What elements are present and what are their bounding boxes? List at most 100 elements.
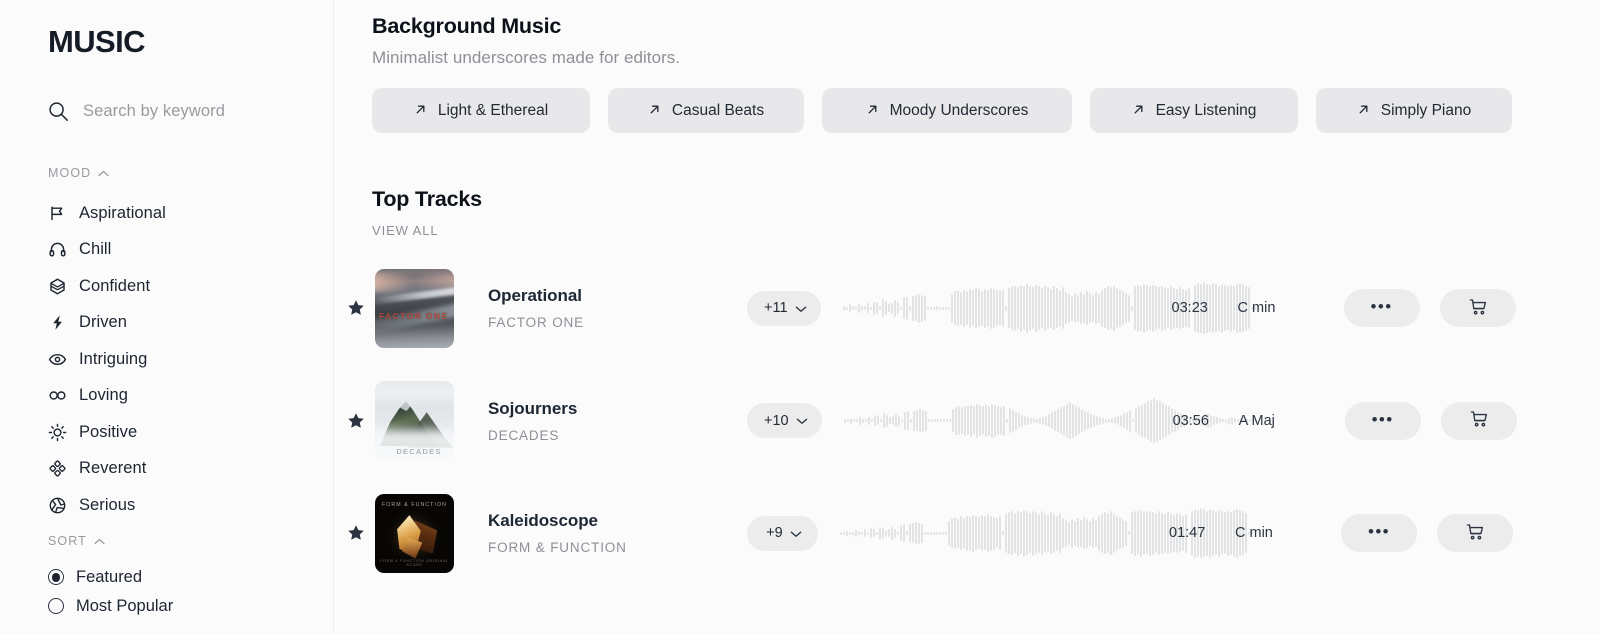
waveform-bar	[926, 306, 929, 310]
favorite-star-button[interactable]	[336, 412, 375, 430]
add-to-cart-button[interactable]	[1440, 401, 1517, 440]
sidebar-item-driven[interactable]: Driven	[48, 305, 333, 342]
star-filled-icon	[347, 300, 364, 316]
mood-group-header[interactable]: MOOD	[48, 164, 333, 182]
waveform-bar	[948, 520, 950, 546]
app-logo: MUSIC	[48, 24, 145, 59]
lightning-bolt-icon	[48, 313, 67, 332]
table-row[interactable]: FACTOR ONE Operational FACTOR ONE +11 03…	[347, 252, 1600, 365]
sidebar-item-reverent[interactable]: Reverent	[48, 451, 333, 488]
waveform-bar	[917, 293, 920, 323]
sidebar-item-serious[interactable]: Serious	[48, 487, 333, 524]
waveform-bar	[882, 527, 884, 539]
waveform-preview[interactable]	[843, 395, 1257, 447]
waveform-bar	[861, 531, 863, 535]
waveform-bar	[995, 290, 998, 327]
favorite-star-button[interactable]	[336, 524, 375, 542]
waveform-bar	[932, 306, 935, 310]
waveform-bar	[963, 517, 965, 549]
waveform-bar	[1104, 512, 1106, 555]
waveform-bar	[1032, 418, 1035, 424]
waveform-bar	[939, 531, 941, 535]
radio-button[interactable]	[48, 598, 64, 615]
section-title-top-tracks: Top Tracks	[372, 187, 482, 211]
waveform-bar	[978, 517, 980, 550]
waveform-bar	[1047, 414, 1050, 428]
waveform-bar	[1028, 285, 1031, 331]
sidebar-item-intriguing[interactable]: Intriguing	[48, 341, 333, 378]
sidebar-item-label: Chill	[79, 240, 112, 259]
sort-group-header[interactable]: SORT	[48, 532, 333, 550]
sidebar-item-loving[interactable]: Loving	[48, 378, 333, 415]
waveform-bar	[1083, 410, 1086, 431]
waveform-bar	[1008, 408, 1011, 434]
shopping-cart-icon	[1468, 297, 1488, 320]
album-artwork[interactable]: FACTOR ONE	[375, 268, 454, 348]
waveform-bar	[1109, 287, 1112, 330]
search-input[interactable]: Search by keyword	[48, 98, 333, 124]
category-chip-simply-piano[interactable]: Simply Piano	[1316, 88, 1512, 133]
sidebar-item-aspirational[interactable]: Aspirational	[48, 195, 333, 232]
waveform-bar	[1083, 517, 1085, 550]
waveform-bar	[1143, 511, 1145, 556]
add-to-cart-button[interactable]	[1437, 514, 1513, 553]
chevron-down-icon	[796, 413, 808, 428]
waveform-bar	[915, 522, 917, 545]
table-row[interactable]: DECADES Sojourners DECADES +10 03:56 A M…	[347, 365, 1600, 478]
sort-option-featured[interactable]: Featured	[48, 563, 333, 592]
versions-dropdown[interactable]: +11	[747, 290, 821, 326]
category-chip-light-ethereal[interactable]: Light & Ethereal	[372, 88, 590, 133]
table-row[interactable]: FORM & FUNCTION FORM & FUNCTION ORIGINAL…	[347, 477, 1600, 590]
sidebar-item-chill[interactable]: Chill	[48, 232, 333, 269]
waveform-bar	[1023, 416, 1026, 426]
waveform-bar	[909, 524, 911, 543]
category-chip-moody-underscores[interactable]: Moody Underscores	[822, 88, 1072, 133]
category-chip-casual-beats[interactable]: Casual Beats	[608, 88, 804, 133]
waveform-bar	[1007, 288, 1010, 329]
waveform-bar	[873, 529, 875, 538]
sidebar-item-label: Reverent	[79, 459, 147, 478]
waveform-bar	[1034, 284, 1037, 332]
more-options-button[interactable]: •••	[1341, 514, 1417, 553]
waveform-bar	[1079, 292, 1082, 325]
waveform-bar	[1095, 416, 1098, 426]
sidebar-item-confident[interactable]: Confident	[48, 268, 333, 305]
waveform-bar	[899, 306, 902, 310]
waveform-preview[interactable]	[840, 507, 1253, 559]
waveform-preview[interactable]	[842, 282, 1256, 335]
more-options-button[interactable]: •••	[1343, 289, 1420, 328]
more-options-button[interactable]: •••	[1344, 401, 1421, 440]
waveform-bar	[1059, 513, 1061, 554]
chevron-down-icon	[795, 301, 807, 316]
category-chip-easy-listening[interactable]: Easy Listening	[1090, 88, 1298, 133]
view-all-link[interactable]: VIEW ALL	[372, 223, 438, 238]
waveform-bar	[927, 419, 930, 422]
favorite-star-button[interactable]	[336, 299, 375, 317]
waveform-bar	[962, 289, 965, 327]
waveform-bar	[1073, 293, 1076, 324]
waveform-bar	[1050, 412, 1053, 430]
waveform-bar	[912, 410, 915, 431]
add-to-cart-button[interactable]	[1439, 289, 1516, 328]
versions-dropdown[interactable]: +9	[747, 515, 818, 551]
waveform-bar	[1128, 409, 1131, 432]
waveform-bar	[1019, 284, 1022, 332]
waveform-bar	[1124, 293, 1127, 324]
album-artwork[interactable]: DECADES	[375, 381, 454, 461]
waveform-bar	[900, 525, 902, 542]
waveform-bar	[911, 295, 914, 321]
waveform-bar	[1088, 293, 1091, 324]
waveform-bar	[1016, 287, 1019, 330]
sidebar-item-positive[interactable]: Positive	[48, 414, 333, 451]
sort-option-most-popular[interactable]: Most Popular	[48, 592, 333, 621]
versions-count: +11	[764, 300, 788, 317]
waveform-bar	[996, 406, 999, 436]
versions-dropdown[interactable]: +10	[747, 403, 822, 439]
artwork-title-text: FACTOR ONE	[378, 310, 449, 321]
waveform-bar	[1056, 515, 1058, 551]
waveform-bar	[855, 419, 858, 422]
album-artwork[interactable]: FORM & FUNCTION FORM & FUNCTION ORIGINAL…	[375, 493, 454, 573]
radio-button-selected[interactable]	[48, 569, 64, 586]
waveform-bar	[924, 531, 926, 535]
headphones-icon	[48, 240, 67, 259]
